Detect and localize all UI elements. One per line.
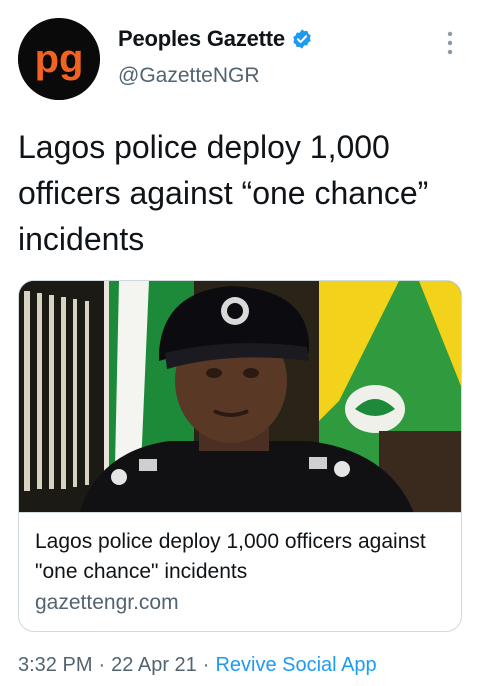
avatar-text: pg [35,37,84,81]
tweet-text: Lagos police deploy 1,000 officers again… [18,129,429,257]
peoples-gazette-logo-icon: pg [18,18,100,100]
tweet-date[interactable]: 22 Apr 21 [111,654,197,676]
tweet-source-link[interactable]: Revive Social App [215,654,376,676]
tweet-meta: 3:32 PM · 22 Apr 21 · Revive Social App [18,654,377,677]
author-handle[interactable]: @GazetteNGR [118,64,260,88]
meta-separator: · [202,654,210,676]
card-title[interactable]: Lagos police deploy 1,000 officers again… [35,527,447,587]
more-vertical-icon[interactable] [438,28,462,58]
meta-separator: · [98,654,106,676]
card-image[interactable] [19,281,461,513]
card-domain[interactable]: gazettengr.com [35,591,179,615]
verified-badge-icon [293,29,311,49]
tweet-header: pg Peoples Gazette @GazetteNGR [18,18,462,102]
avatar[interactable]: pg [18,18,100,100]
link-card[interactable]: Lagos police deploy 1,000 officers again… [18,280,462,632]
police-officer-photo-icon [19,281,461,512]
name-row: Peoples Gazette [118,26,313,52]
author-display-name[interactable]: Peoples Gazette [118,26,285,52]
tweet-time[interactable]: 3:32 PM [18,654,92,676]
